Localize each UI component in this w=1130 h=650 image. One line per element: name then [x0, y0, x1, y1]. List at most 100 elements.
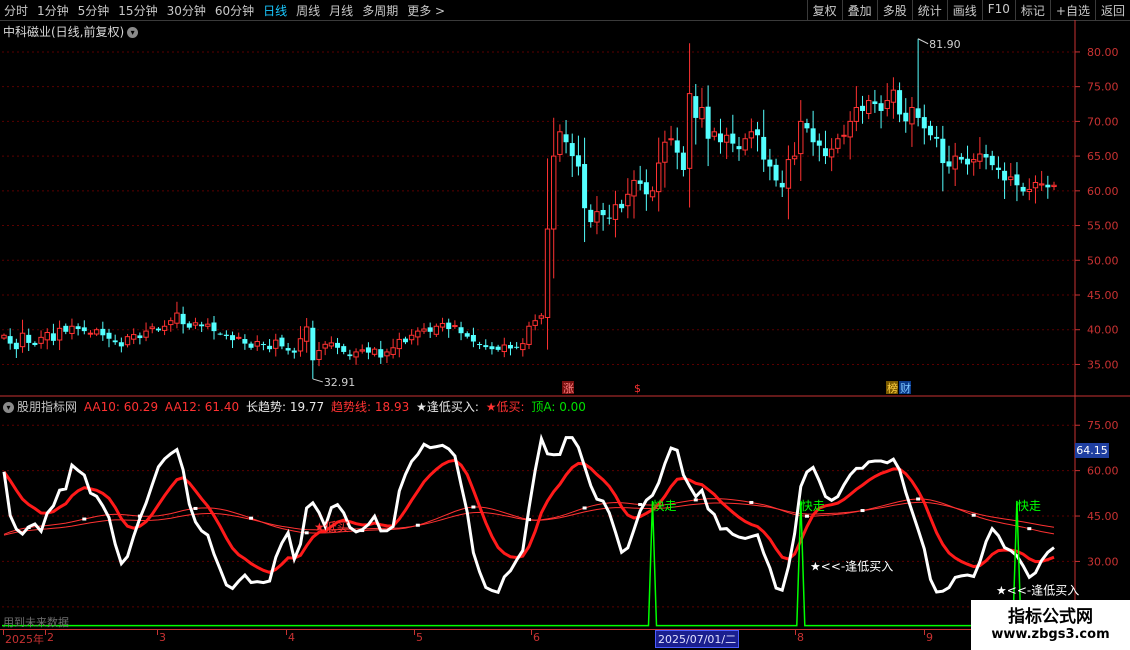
candle-body-up: [273, 339, 279, 349]
candle-body-up: [544, 228, 551, 318]
trend-marker: [1027, 527, 1032, 531]
high-annotation: 81.90: [929, 38, 961, 51]
candle-body-down: [335, 342, 341, 348]
candle-body-up: [297, 338, 304, 352]
fengdi-label-2: ★<<-逢低买入: [996, 584, 1079, 598]
candle-body-down: [588, 209, 594, 223]
kuaizou-label-0: 快走: [653, 499, 677, 513]
candle-body-down: [637, 180, 643, 184]
candle-body-down: [643, 182, 649, 195]
marker-bang: 榜: [887, 381, 898, 395]
candle-body-up: [742, 138, 748, 151]
candle-body-up: [890, 89, 897, 103]
candle-body-down: [897, 90, 903, 115]
trend-marker: [638, 503, 643, 507]
chevron-down-icon[interactable]: ▾: [3, 402, 14, 413]
trend-marker: [916, 497, 921, 501]
date-label-5: 6: [533, 631, 540, 644]
candle-body-up: [1, 334, 7, 339]
candle-body-down: [495, 346, 501, 350]
candle-body-up: [322, 343, 328, 349]
candle-body-down: [310, 327, 316, 361]
trend-marker: [26, 526, 31, 530]
candle-body-down: [217, 333, 223, 335]
candle-body-down: [75, 326, 81, 330]
candle-body-up: [371, 348, 378, 355]
candle-body-up: [594, 211, 600, 223]
current-value-badge: 64.15: [1075, 443, 1109, 458]
candle-body-up: [421, 328, 427, 332]
candle-body-down: [779, 182, 785, 188]
candle-body-up: [174, 312, 180, 324]
candle-body-up: [87, 332, 94, 335]
candle-body-down: [717, 133, 723, 143]
candle-body-down: [248, 343, 254, 348]
candle-body-up: [977, 153, 983, 162]
price-tick-label-3: 65.00: [1087, 150, 1119, 163]
candle-body-down: [860, 105, 866, 111]
watermark-title: 指标公式网: [1008, 607, 1093, 627]
candle-body-up: [520, 343, 526, 351]
candle-body-up: [408, 334, 415, 341]
candle-body-down: [211, 322, 217, 332]
candle-body-down: [291, 350, 297, 353]
candle-body-up: [551, 155, 557, 230]
trend-marker: [249, 516, 254, 520]
fengdi-label-1: ★<<-逢低买入: [810, 560, 893, 574]
candle-body-up: [971, 159, 977, 163]
date-tick: [414, 630, 415, 635]
candle-body-down: [427, 327, 433, 332]
candle-body-down: [13, 342, 19, 350]
candle-body-up: [56, 327, 63, 341]
candle-body-up: [699, 107, 705, 120]
date-tick: [531, 630, 532, 635]
price-tick-label-6: 50.00: [1087, 254, 1119, 267]
candle-body-down: [279, 337, 285, 347]
date-tick: [924, 630, 925, 635]
candle-body-down: [118, 342, 124, 347]
candle-body-up: [38, 336, 44, 344]
trend-marker: [471, 505, 476, 509]
candle-body-up: [1032, 182, 1039, 189]
candle-body-down: [477, 344, 483, 346]
price-tick-label-0: 80.00: [1087, 46, 1119, 59]
candle-body-down: [927, 125, 933, 136]
trend-marker: [582, 506, 587, 510]
candle-body-down: [112, 340, 118, 343]
candle-body-up: [847, 120, 853, 138]
candle-body-down: [402, 338, 408, 343]
candle-body-down: [940, 138, 946, 164]
candle-body-down: [983, 154, 989, 158]
indicator-tick-label-2: 45.00: [1087, 510, 1119, 523]
candle-body-up: [384, 351, 390, 357]
indicator-tick-label-3: 30.00: [1087, 555, 1119, 568]
candle-body-down: [1014, 174, 1020, 186]
candle-body-down: [230, 335, 236, 341]
candle-body-down: [260, 344, 266, 346]
candle-body-down: [137, 335, 143, 339]
candle-body-up: [149, 326, 155, 330]
candle-body-up: [662, 141, 668, 163]
candle-body-up: [711, 131, 717, 137]
candle-body-up: [557, 131, 563, 155]
candle-body-up: [841, 134, 847, 137]
indicator-title-bar: ▾ 股朋指标网 AA10: 60.29 AA12: 61.40 长趋势: 19.7…: [3, 398, 586, 415]
candle-body-up: [909, 107, 915, 125]
candle-body-up: [668, 138, 674, 141]
candle-body-down: [155, 328, 161, 331]
candle-body-down: [1020, 186, 1026, 192]
candle-body-up: [44, 332, 50, 341]
date-label-3: 4: [288, 631, 295, 644]
candle-body-down: [446, 322, 452, 330]
candle-body-up: [316, 350, 322, 360]
candle-body-down: [267, 345, 273, 350]
candle-body-up: [192, 322, 199, 326]
candle-body-down: [755, 129, 761, 136]
candle-body-up: [686, 93, 693, 169]
candle-body-down: [878, 103, 884, 111]
kuaizou-label-1: 快走: [801, 499, 825, 513]
candle-body-up: [390, 347, 396, 355]
marker-cai: 财: [900, 381, 911, 395]
candle-body-down: [365, 347, 371, 353]
top-label: 顶A: 0.00: [531, 400, 586, 414]
